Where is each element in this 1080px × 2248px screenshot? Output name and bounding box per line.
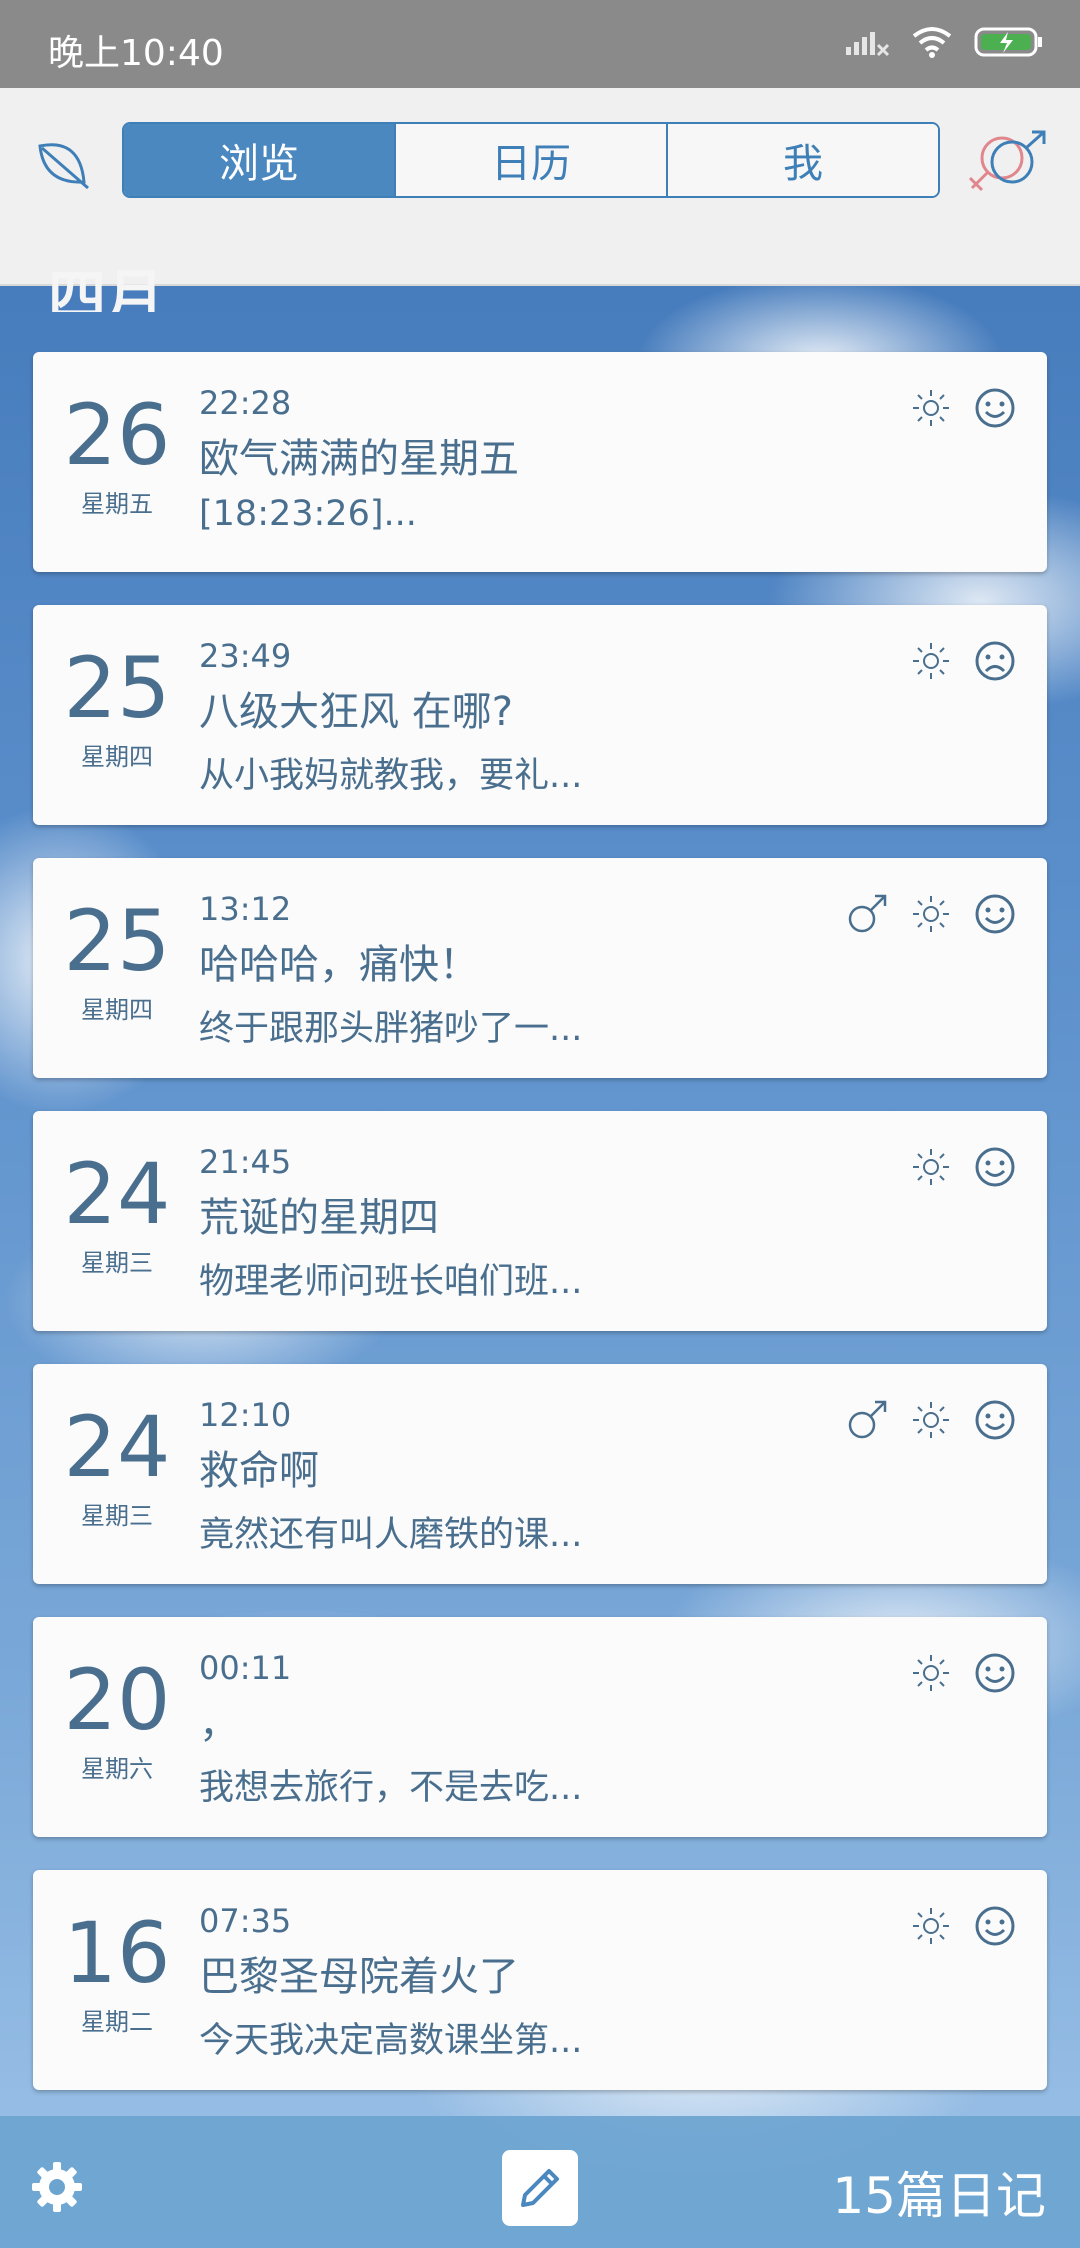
entry-weekday: 星期五 bbox=[81, 490, 153, 518]
male-icon bbox=[848, 1400, 887, 1439]
entry-preview: 今天我决定高数课坐第... bbox=[199, 2021, 583, 2061]
sun-icon bbox=[913, 1149, 949, 1185]
entry-title: 哈哈哈，痛快！ bbox=[199, 942, 479, 988]
entry-icons bbox=[909, 1145, 1017, 1189]
battery-icon bbox=[974, 27, 1042, 57]
diary-card[interactable]: 25 星期四 13:12 哈哈哈，痛快！ 终于跟那头胖猪吵了一... bbox=[33, 858, 1047, 1078]
entry-title: 救命啊 bbox=[199, 1448, 319, 1494]
entry-day: 26 bbox=[63, 386, 171, 484]
entry-weekday: 星期四 bbox=[81, 743, 153, 771]
entry-title: 荒诞的星期四 bbox=[199, 1195, 439, 1241]
entry-day: 20 bbox=[63, 1651, 171, 1749]
diary-card[interactable]: 24 星期三 12:10 救命啊 竟然还有叫人磨铁的课... bbox=[33, 1364, 1047, 1584]
entry-title: 巴黎圣母院着火了 bbox=[199, 1954, 519, 2000]
male-icon bbox=[848, 894, 887, 933]
sun-icon bbox=[913, 1908, 949, 1944]
entry-preview: 从小我妈就教我，要礼... bbox=[199, 756, 583, 796]
entry-preview: [18:23:26]... bbox=[199, 494, 417, 534]
entry-preview: 终于跟那头胖猪吵了一... bbox=[199, 1009, 583, 1049]
diary-card[interactable]: 26 星期五 22:28 欧气满满的星期五 [18:23:26]... bbox=[33, 352, 1047, 572]
entry-weekday: 星期三 bbox=[81, 1249, 153, 1277]
entry-icons bbox=[909, 386, 1017, 430]
happy-face-icon bbox=[975, 1400, 1015, 1440]
entry-time: 07:35 bbox=[199, 1902, 292, 1940]
compose-button[interactable] bbox=[502, 2150, 578, 2226]
entry-title: 欧气满满的星期五 bbox=[199, 436, 519, 482]
entry-icons bbox=[909, 1904, 1017, 1948]
entry-icons bbox=[909, 639, 1017, 683]
happy-face-icon bbox=[975, 388, 1015, 428]
entry-day: 25 bbox=[63, 892, 171, 990]
entry-title: ， bbox=[199, 1701, 239, 1747]
entry-weekday: 星期二 bbox=[81, 2008, 153, 2036]
entry-day: 25 bbox=[63, 639, 171, 737]
wifi-icon bbox=[912, 27, 952, 58]
entry-time: 12:10 bbox=[199, 1396, 292, 1434]
tab-browse[interactable]: 浏览 bbox=[124, 124, 396, 196]
entry-preview: 我想去旅行，不是去吃... bbox=[199, 1768, 583, 1808]
entry-weekday: 星期三 bbox=[81, 1502, 153, 1530]
entry-time: 21:45 bbox=[199, 1143, 292, 1181]
tab-calendar[interactable]: 日历 bbox=[396, 124, 668, 196]
happy-face-icon bbox=[975, 1906, 1015, 1946]
diary-card[interactable]: 16 星期二 07:35 巴黎圣母院着火了 今天我决定高数课坐第... bbox=[33, 1870, 1047, 2090]
sun-icon bbox=[913, 390, 949, 426]
entry-icons bbox=[909, 1651, 1017, 1695]
signal-icon bbox=[846, 32, 890, 57]
status-bar: 晚上10:40 bbox=[0, 0, 1080, 88]
entry-preview: 竟然还有叫人磨铁的课... bbox=[199, 1515, 583, 1555]
sun-icon bbox=[913, 896, 949, 932]
sun-icon bbox=[913, 1402, 949, 1438]
diary-card[interactable]: 24 星期三 21:45 荒诞的星期四 物理老师问班长咱们班... bbox=[33, 1111, 1047, 1331]
pencil-icon bbox=[521, 2169, 559, 2207]
entry-preview: 物理老师问班长咱们班... bbox=[199, 1262, 583, 1302]
sun-icon bbox=[913, 1655, 949, 1691]
bottom-bar: 15篇日记 bbox=[0, 2116, 1080, 2248]
entry-weekday: 星期四 bbox=[81, 996, 153, 1024]
entry-day: 16 bbox=[63, 1904, 171, 2002]
diary-card[interactable]: 25 星期四 23:49 八级大狂风 在哪? 从小我妈就教我，要礼... bbox=[33, 605, 1047, 825]
entry-icons bbox=[845, 892, 1017, 936]
entry-time: 23:49 bbox=[199, 637, 292, 675]
entry-time: 00:11 bbox=[199, 1649, 292, 1687]
gender-filter-icon[interactable] bbox=[962, 128, 1052, 198]
entry-time: 22:28 bbox=[199, 384, 292, 422]
entry-time: 13:12 bbox=[199, 890, 292, 928]
sun-icon bbox=[913, 643, 949, 679]
tab-me[interactable]: 我 bbox=[668, 124, 938, 196]
leaf-icon[interactable] bbox=[32, 132, 92, 192]
status-time: 晚上10:40 bbox=[48, 33, 224, 74]
entry-icons bbox=[845, 1398, 1017, 1442]
entry-day: 24 bbox=[63, 1145, 171, 1243]
entry-day: 24 bbox=[63, 1398, 171, 1496]
happy-face-icon bbox=[975, 894, 1015, 934]
sad-face-icon bbox=[975, 641, 1015, 681]
month-header: 四月 bbox=[48, 263, 165, 312]
entry-weekday: 星期六 bbox=[81, 1755, 153, 1783]
happy-face-icon bbox=[975, 1147, 1015, 1187]
happy-face-icon bbox=[975, 1653, 1015, 1693]
diary-card[interactable]: 20 星期六 00:11 ， 我想去旅行，不是去吃... bbox=[33, 1617, 1047, 1837]
status-icons bbox=[844, 26, 1044, 58]
entry-title: 八级大狂风 在哪? bbox=[199, 689, 513, 735]
entry-count: 15篇日记 bbox=[832, 2167, 1046, 2225]
gear-icon[interactable] bbox=[30, 2160, 84, 2214]
view-tabs: 浏览 日历 我 bbox=[122, 122, 940, 198]
